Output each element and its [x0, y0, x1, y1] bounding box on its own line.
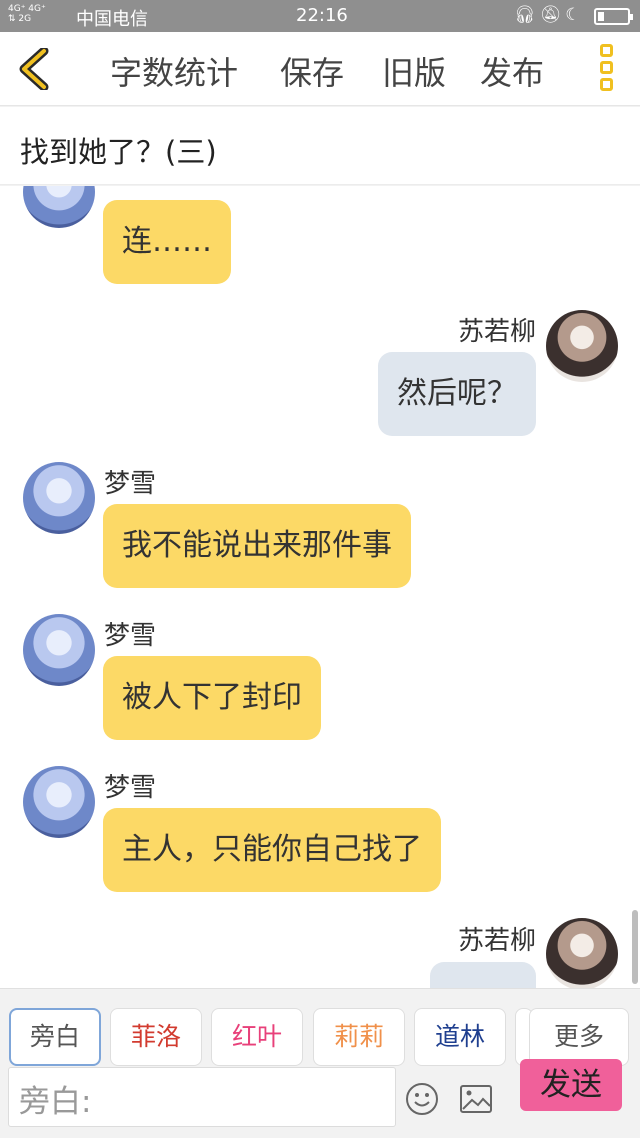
role-hongye[interactable]: 红叶 [211, 1008, 303, 1066]
old-version-button[interactable]: 旧版 [382, 48, 446, 94]
message-bubble[interactable]: 主人，只能你自己找了 [103, 808, 441, 892]
clock: 22:16 [296, 5, 348, 26]
save-button[interactable]: 保存 [280, 48, 344, 94]
avatar[interactable] [546, 310, 618, 382]
speaker-name: 梦雪 [104, 621, 157, 651]
smile-icon[interactable] [405, 1082, 439, 1116]
word-count-button[interactable]: 字数统计 [110, 48, 238, 94]
avatar[interactable] [23, 186, 95, 228]
message-bubble[interactable]: 然后呢？ [378, 352, 536, 436]
message-bubble[interactable]: 连…… [103, 200, 231, 284]
avatar[interactable] [23, 462, 95, 534]
chat-area[interactable]: 连…… 苏若柳 然后呢？ 梦雪 我不能说出来那件事 梦雪 被人下了封印 梦雪 主… [0, 186, 640, 988]
avatar[interactable] [546, 918, 618, 988]
role-narrator[interactable]: 旁白 [9, 1008, 101, 1066]
bell-icon: 🔕︎ [539, 5, 566, 25]
moon-icon: ☾ [565, 5, 585, 25]
carrier-name: 中国电信 [76, 9, 148, 30]
speaker-name: 苏若柳 [457, 926, 536, 956]
back-button[interactable] [14, 46, 54, 92]
image-icon[interactable] [459, 1082, 493, 1116]
more-roles-button[interactable]: 更多 [529, 1008, 629, 1066]
role-feiluo[interactable]: 菲洛 [110, 1008, 202, 1066]
speaker-name: 梦雪 [104, 773, 157, 803]
toolbar: 字数统计 保存 旧版 发布 [0, 32, 640, 106]
avatar[interactable] [23, 614, 95, 686]
title-bar: 找到她了？(三) [0, 107, 640, 185]
headset-icon: 🎧︎ [514, 5, 540, 25]
battery-icon [594, 8, 633, 25]
role-daolin[interactable]: 道林 [414, 1008, 506, 1066]
message-input[interactable]: 旁白: [8, 1067, 396, 1127]
role-lili[interactable]: 莉莉 [313, 1008, 405, 1066]
message-bubble[interactable]: 被人下了封印 [103, 656, 321, 740]
send-button[interactable]: 发送 [520, 1059, 622, 1111]
network-indicator: 4G⁺ 4G⁺ ⇅ 2G [8, 4, 46, 24]
scrollbar[interactable] [632, 910, 638, 984]
message-bubble[interactable] [430, 962, 536, 988]
chevron-left-icon [19, 46, 49, 92]
battery-level [598, 12, 604, 21]
message-bubble[interactable]: 我不能说出来那件事 [103, 504, 411, 588]
publish-button[interactable]: 发布 [480, 48, 544, 94]
status-bar: 4G⁺ 4G⁺ ⇅ 2G 中国电信 22:16 🎧︎🔕︎☾ [0, 0, 640, 32]
vertical-dots-icon[interactable] [596, 44, 616, 94]
avatar[interactable] [23, 766, 95, 838]
speaker-name: 苏若柳 [457, 317, 536, 347]
speaker-name: 梦雪 [104, 469, 157, 499]
page-title: 找到她了？(三) [20, 135, 217, 169]
composer: 旁白 菲洛 红叶 莉莉 道林 更多 旁白: 发送 [0, 988, 640, 1138]
system-icons: 🎧︎🔕︎☾ [514, 5, 584, 25]
